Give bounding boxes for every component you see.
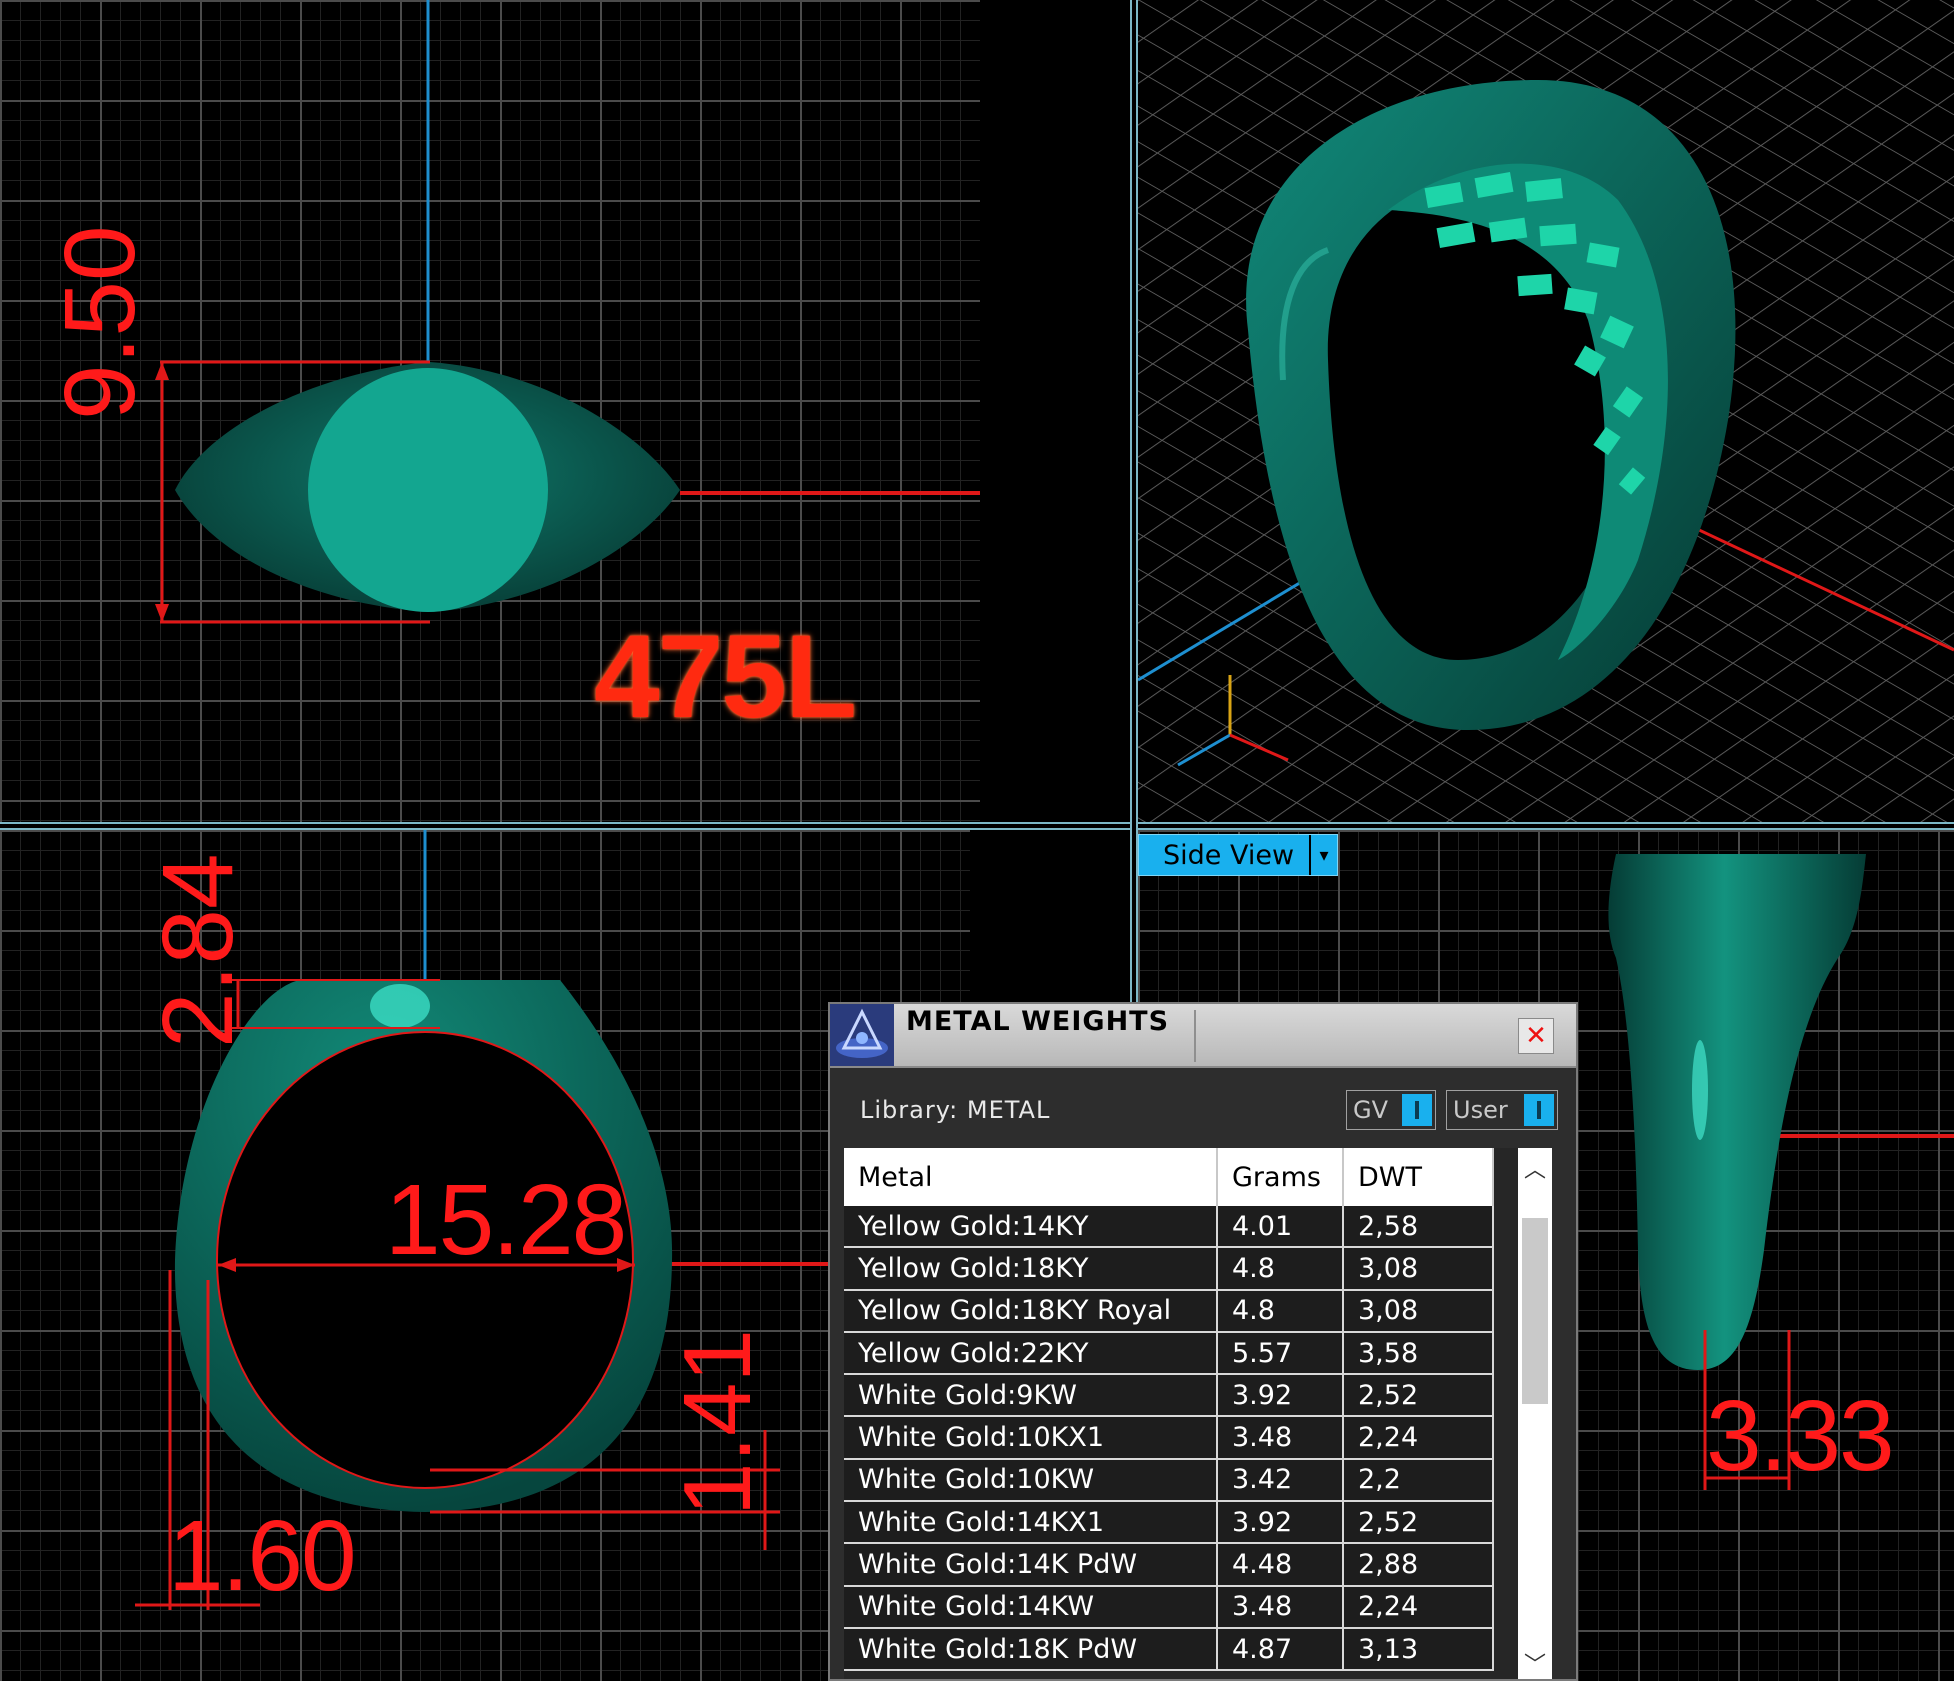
title-separator [1194,1010,1196,1062]
app-logo-icon [830,1004,894,1066]
cell-metal: White Gold:14KX1 [844,1502,1218,1543]
cell-grams: 4.8 [1218,1290,1344,1331]
table-row[interactable]: White Gold:14KX1 3.92 2,52 [844,1502,1494,1545]
cell-dwt: 2,52 [1344,1502,1494,1543]
gv-toggle-label: GV [1353,1096,1389,1124]
chevron-down-icon[interactable]: ▾ [1309,835,1337,875]
chevron-up-icon[interactable]: ︿ [1518,1148,1552,1188]
table-row[interactable]: White Gold:18K PdW 4.87 3,13 [844,1628,1494,1672]
table-scrollbar[interactable]: ︿ ﹀ [1518,1148,1552,1679]
library-label: Library: METAL [860,1096,1051,1124]
panel-title-bar[interactable]: METAL WEIGHTS ✕ [830,1004,1576,1068]
center-strip [980,0,1138,822]
close-icon: ✕ [1525,1021,1547,1051]
cell-grams: 3.92 [1218,1375,1344,1416]
cell-dwt: 2,2 [1344,1459,1494,1501]
dimension-bottom-thickness: 1.41 [664,1329,771,1516]
cell-metal: White Gold:10KX1 [844,1417,1218,1458]
dimension-inner-diameter: 15.28 [385,1164,627,1276]
gv-toggle[interactable]: GV [1346,1090,1436,1130]
table-row[interactable]: White Gold:14K PdW 4.48 2,88 [844,1544,1494,1587]
metal-weights-table: Metal Grams DWT Yellow Gold:14KY 4.01 2,58… [844,1148,1552,1679]
cell-grams: 4.01 [1218,1206,1344,1247]
user-toggle[interactable]: User [1446,1090,1558,1130]
table-row[interactable]: White Gold:10KW 3.42 2,2 [844,1459,1494,1503]
cell-metal: Yellow Gold:18KY [844,1248,1218,1289]
cell-dwt: 3,08 [1344,1248,1494,1289]
model-number-label: 475L [594,611,857,743]
cell-grams: 4.8 [1218,1248,1344,1289]
dimension-shank-width: 1.60 [168,1500,357,1612]
cell-grams: 4.87 [1218,1628,1344,1670]
user-toggle-label: User [1453,1096,1508,1124]
scrollbar-thumb[interactable] [1522,1218,1548,1404]
chevron-down-icon[interactable]: ﹀ [1518,1643,1552,1679]
gv-toggle-switch[interactable] [1402,1094,1432,1126]
cell-metal: Yellow Gold:14KY [844,1206,1218,1247]
viewport-divider-horizontal[interactable] [0,822,1954,830]
column-header-dwt[interactable]: DWT [1344,1148,1494,1206]
viewport-perspective[interactable] [1138,0,1954,822]
cell-grams: 3.48 [1218,1586,1344,1627]
perspective-drawing [1138,0,1954,822]
dimension-top-thickness: 2.84 [142,853,254,1048]
table-row[interactable]: White Gold:14KW 3.48 2,24 [844,1586,1494,1629]
viewport-top[interactable]: 9.50 475L [0,0,980,822]
ring-side-body [1608,854,1866,1370]
cell-metal: Yellow Gold:22KY [844,1332,1218,1374]
cell-grams: 3.92 [1218,1502,1344,1543]
cell-dwt: 2,52 [1344,1375,1494,1416]
cell-metal: White Gold:10KW [844,1459,1218,1501]
table-row[interactable]: Yellow Gold:18KY 4.8 3,08 [844,1248,1494,1291]
cell-metal: White Gold:18K PdW [844,1628,1218,1670]
table-body: Yellow Gold:14KY 4.01 2,58 Yellow Gold:18K… [844,1206,1494,1672]
cell-metal: White Gold:14KW [844,1586,1218,1627]
dimension-side-width: 3.33 [1706,1380,1895,1492]
cell-metal: Yellow Gold:18KY Royal [844,1290,1218,1331]
table-row[interactable]: Yellow Gold:18KY Royal 4.8 3,08 [844,1290,1494,1333]
close-button[interactable]: ✕ [1518,1018,1554,1054]
cell-dwt: 2,88 [1344,1544,1494,1585]
table-row[interactable]: White Gold:9KW 3.92 2,52 [844,1375,1494,1418]
cell-dwt: 3,08 [1344,1290,1494,1331]
cell-dwt: 2,58 [1344,1206,1494,1247]
dimension-height: 9.50 [44,225,156,420]
cell-dwt: 2,24 [1344,1586,1494,1627]
metal-weights-panel[interactable]: METAL WEIGHTS ✕ Library: METAL GV User M… [828,1002,1578,1681]
cell-grams: 4.48 [1218,1544,1344,1585]
cell-grams: 3.48 [1218,1417,1344,1458]
cell-dwt: 2,24 [1344,1417,1494,1458]
cell-dwt: 3,58 [1344,1332,1494,1374]
column-header-metal[interactable]: Metal [844,1148,1218,1206]
viewport-front[interactable]: 2.84 15.28 1.41 1.60 [0,830,970,1681]
table-header: Metal Grams DWT [844,1148,1494,1206]
view-selector-label: Side View [1163,839,1295,871]
table-row[interactable]: Yellow Gold:22KY 5.57 3,58 [844,1332,1494,1376]
table-row[interactable]: White Gold:10KX1 3.48 2,24 [844,1417,1494,1460]
view-selector-dropdown[interactable]: Side View ▾ [1138,834,1338,876]
cell-metal: White Gold:9KW [844,1375,1218,1416]
panel-title: METAL WEIGHTS [906,1006,1170,1037]
ring-top-face [308,368,548,612]
column-header-grams[interactable]: Grams [1218,1148,1344,1206]
table-row[interactable]: Yellow Gold:14KY 4.01 2,58 [844,1206,1494,1249]
cell-metal: White Gold:14K PdW [844,1544,1218,1585]
cell-grams: 5.57 [1218,1332,1344,1374]
user-toggle-switch[interactable] [1524,1094,1554,1126]
cell-grams: 3.42 [1218,1459,1344,1501]
cell-dwt: 3,13 [1344,1628,1494,1670]
